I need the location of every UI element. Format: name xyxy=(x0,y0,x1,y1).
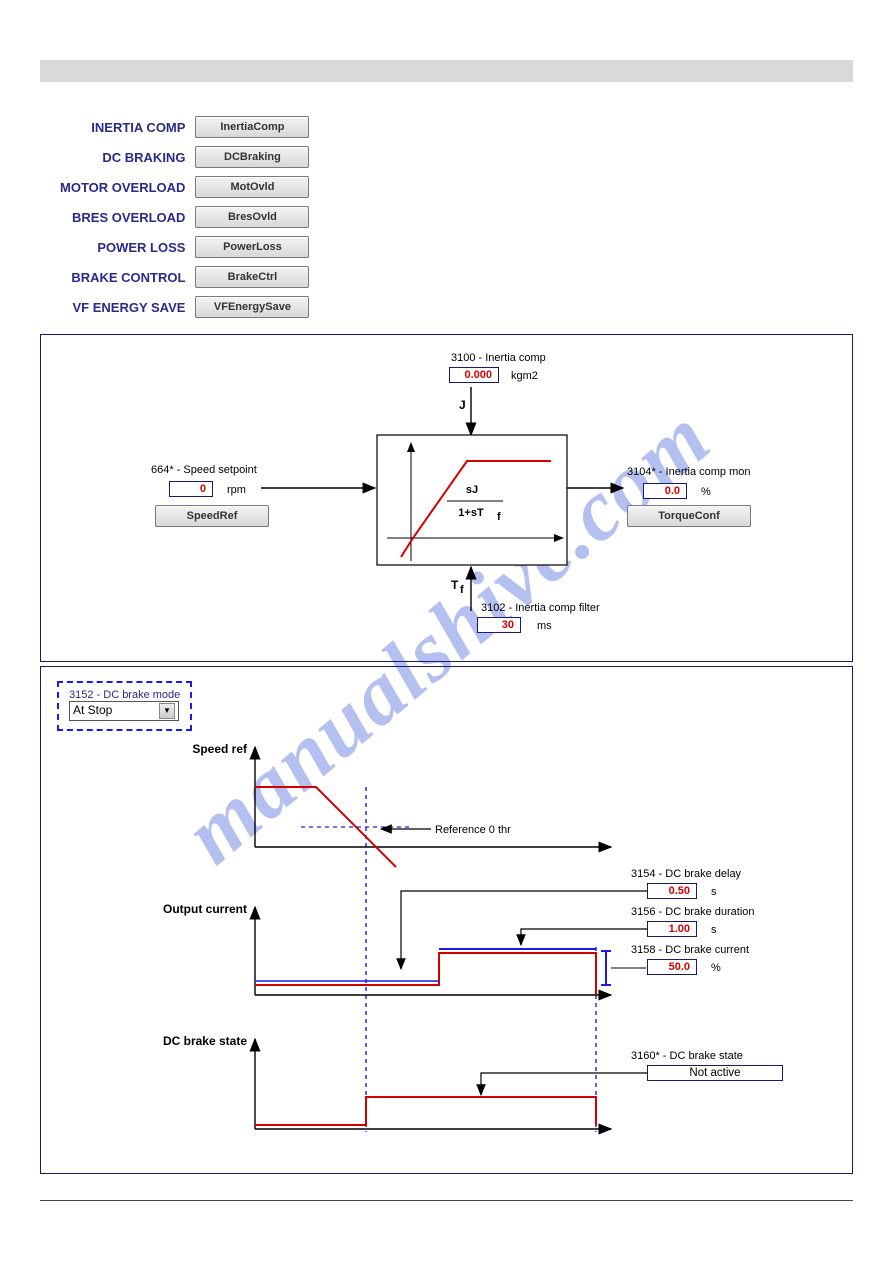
dc-braking-button[interactable]: DCBraking xyxy=(195,146,309,168)
j-symbol: J xyxy=(459,398,466,412)
menu-label-brake-control: BRAKE CONTROL xyxy=(60,262,195,292)
motor-overload-button[interactable]: MotOvld xyxy=(195,176,309,198)
dc-brake-mode-dropdown[interactable]: At Stop ▼ xyxy=(69,701,179,721)
p664-label: 664* - Speed setpoint xyxy=(151,464,257,476)
inertia-comp-diagram: 3100 - Inertia comp 0.000 kgm2 J sJ 1+sT… xyxy=(51,343,841,643)
p3102-label: 3102 - Inertia comp filter xyxy=(481,602,600,614)
p3156-unit: s xyxy=(711,924,717,936)
p3152-value: At Stop xyxy=(73,703,112,717)
p3154-value[interactable]: 0.50 xyxy=(647,883,697,899)
menu-label-bres-overload: BRES OVERLOAD xyxy=(60,202,195,232)
p3160-label: 3160* - DC brake state xyxy=(631,1050,743,1062)
menu-label-motor-overload: MOTOR OVERLOAD xyxy=(60,172,195,202)
p3102-value[interactable]: 30 xyxy=(477,617,521,633)
p3104-label: 3104* - Inertia comp mon xyxy=(627,466,751,478)
speedref-button[interactable]: SpeedRef xyxy=(155,505,269,527)
p3158-value[interactable]: 50.0 xyxy=(647,959,697,975)
inertia-comp-panel: 3100 - Inertia comp 0.000 kgm2 J sJ 1+sT… xyxy=(40,334,853,662)
p3156-value[interactable]: 1.00 xyxy=(647,921,697,937)
p3100-label: 3100 - Inertia comp xyxy=(451,352,546,364)
p3100-value[interactable]: 0.000 xyxy=(449,367,499,383)
p664-value[interactable]: 0 xyxy=(169,481,213,497)
p3104-value[interactable]: 0.0 xyxy=(643,483,687,499)
p3154-unit: s xyxy=(711,886,717,898)
tf-symbol: T xyxy=(451,578,459,592)
parameter-group-menu: INERTIA COMP InertiaComp DC BRAKING DCBr… xyxy=(60,112,309,322)
bres-overload-button[interactable]: BresOvld xyxy=(195,206,309,228)
torqueconf-button[interactable]: TorqueConf xyxy=(627,505,751,527)
p3158-label: 3158 - DC brake current xyxy=(631,944,749,956)
menu-label-power-loss: POWER LOSS xyxy=(60,232,195,262)
p3160-value: Not active xyxy=(647,1065,783,1081)
tf-eq-num: sJ xyxy=(466,484,478,496)
vf-energy-save-button[interactable]: VFEnergySave xyxy=(195,296,309,318)
p3156-label: 3156 - DC brake duration xyxy=(631,906,755,918)
ref0-label: Reference 0 thr xyxy=(435,824,511,836)
chevron-down-icon: ▼ xyxy=(159,703,175,719)
power-loss-button[interactable]: PowerLoss xyxy=(195,236,309,258)
menu-label-vf-energy-save: VF ENERGY SAVE xyxy=(60,292,195,322)
axis2-label: Output current xyxy=(163,902,247,916)
p664-unit: rpm xyxy=(227,484,246,496)
p3102-unit: ms xyxy=(537,620,552,632)
tf-eq-sub: f xyxy=(497,511,501,523)
tf-symbol-sub: f xyxy=(460,584,464,596)
p3104-unit: % xyxy=(701,486,711,498)
header-bar xyxy=(40,60,853,82)
p3100-unit: kgm2 xyxy=(511,370,538,382)
dc-brake-mode-box: 3152 - DC brake mode At Stop ▼ xyxy=(57,681,192,731)
axis3-label: DC brake state xyxy=(163,1034,247,1048)
p3154-label: 3154 - DC brake delay xyxy=(631,868,742,880)
p3158-unit: % xyxy=(711,962,721,974)
p3152-label: 3152 - DC brake mode xyxy=(69,689,180,701)
brake-control-button[interactable]: BrakeCtrl xyxy=(195,266,309,288)
dc-brake-panel: 3152 - DC brake mode At Stop ▼ Speed ref xyxy=(40,666,853,1174)
menu-label-inertia-comp: INERTIA COMP xyxy=(60,112,195,142)
menu-label-dc-braking: DC BRAKING xyxy=(60,142,195,172)
footer-rule xyxy=(40,1200,853,1201)
tf-eq-den: 1+sT xyxy=(458,507,484,519)
inertia-comp-button[interactable]: InertiaComp xyxy=(195,116,309,138)
axis1-label: Speed ref xyxy=(192,742,248,756)
dc-brake-timing-diagram: Speed ref Reference 0 thr 3154 - DC brak… xyxy=(51,737,841,1147)
